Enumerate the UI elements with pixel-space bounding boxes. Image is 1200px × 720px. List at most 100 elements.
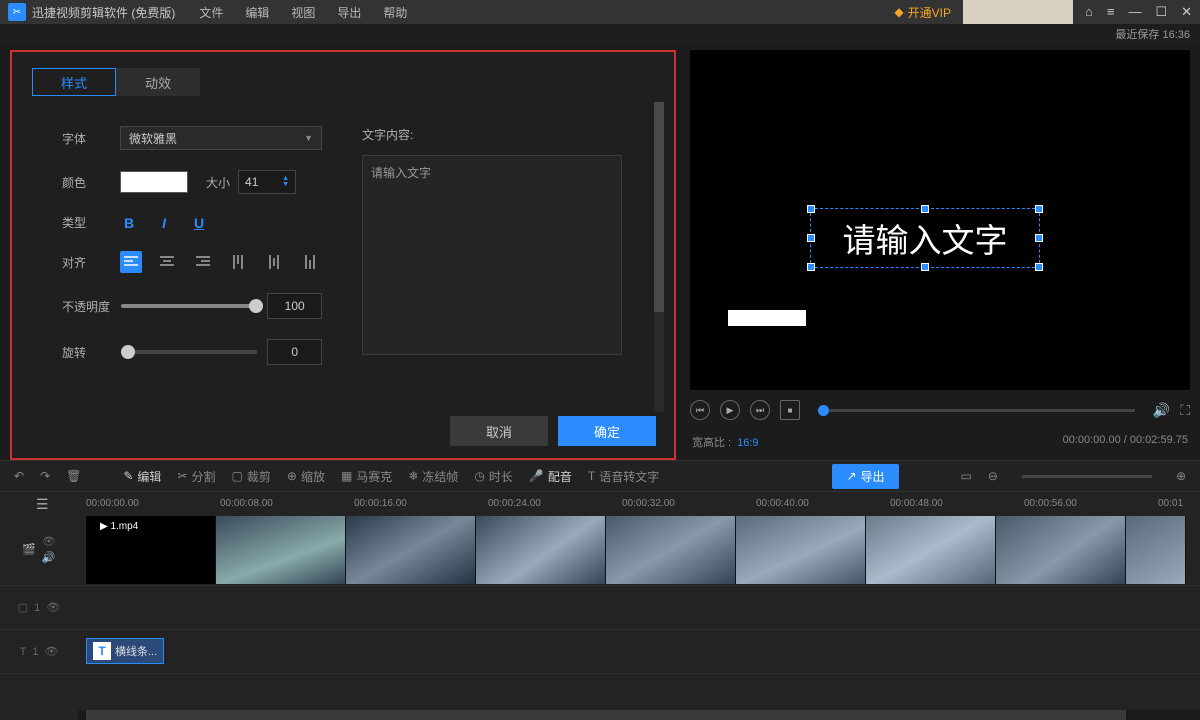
minimize-icon[interactable]: — [1128, 4, 1141, 20]
align-label: 对齐 [62, 254, 112, 271]
font-label: 字体 [62, 130, 112, 147]
play-button[interactable]: ▶ [720, 400, 740, 420]
align-v-top-button[interactable] [228, 251, 250, 273]
close-icon[interactable]: ✕ [1181, 4, 1192, 20]
dialog-scrollbar[interactable] [654, 102, 664, 412]
dub-button[interactable]: 🎤 配音 [529, 468, 572, 485]
crop-button[interactable]: ▢ 裁剪 [232, 468, 271, 485]
rotate-value[interactable]: 0 [267, 339, 322, 365]
hamburger-icon[interactable]: ≡ [1107, 4, 1115, 20]
resize-handle[interactable] [921, 205, 929, 213]
font-select[interactable]: 微软雅黑 ▼ [120, 126, 322, 150]
undo-button[interactable]: ↶ [14, 469, 24, 483]
align-v-mid-button[interactable] [264, 251, 286, 273]
underline-button[interactable]: U [194, 215, 204, 231]
text-content-input[interactable]: 请输入文字 [362, 155, 622, 355]
resize-handle[interactable] [807, 205, 815, 213]
menu-export[interactable]: 导出 [337, 4, 361, 21]
opacity-value[interactable]: 100 [267, 293, 322, 319]
vip-button[interactable]: ◆ 开通VIP [894, 4, 951, 21]
time-ruler[interactable]: ☰ 00:00:00.00 00:00:08.00 00:00:16.00 00… [0, 492, 1200, 514]
content-label: 文字内容: [362, 126, 650, 143]
overlay-track-icon: ▢ [18, 601, 28, 614]
opacity-label: 不透明度 [62, 298, 111, 315]
tab-style[interactable]: 样式 [32, 68, 116, 96]
clip-label: ▶ 1.mp4 [96, 520, 142, 533]
duration-button[interactable]: ◷ 时长 [474, 468, 513, 485]
cancel-button[interactable]: 取消 [450, 416, 548, 446]
aspect-value: 16:9 [737, 437, 758, 449]
italic-button[interactable]: I [162, 215, 166, 231]
tab-motion[interactable]: 动效 [116, 68, 200, 96]
home-icon[interactable]: ⌂ [1085, 4, 1093, 20]
color-swatch[interactable] [120, 171, 188, 193]
overlay-track[interactable]: ▢ 1 👁 [0, 586, 1200, 630]
ok-button[interactable]: 确定 [558, 416, 656, 446]
zoom-in-icon[interactable]: ⊕ [1176, 469, 1186, 483]
preview-thumb [963, 0, 1073, 24]
diamond-icon: ◆ [894, 5, 903, 19]
split-button[interactable]: ✂ 分割 [177, 468, 215, 485]
edit-button[interactable]: ✎ 编辑 [123, 468, 161, 485]
text-track-icon: T [20, 646, 27, 658]
resize-handle[interactable] [807, 234, 815, 242]
track-head: 🎬 👁🔊 [0, 535, 78, 564]
text-icon: T [93, 642, 111, 660]
video-track[interactable]: 🎬 👁🔊 ▶ 1.mp4 [0, 514, 1200, 586]
menu-edit[interactable]: 编辑 [245, 4, 269, 21]
text-overlay[interactable]: 请输入文字 [810, 208, 1040, 268]
sound-icon[interactable]: 🔊 [42, 551, 56, 564]
prev-button[interactable]: ⏮ [690, 400, 710, 420]
resize-handle[interactable] [807, 263, 815, 271]
zoom-button[interactable]: ⊕ 缩放 [287, 468, 325, 485]
eye-icon[interactable]: 👁 [42, 535, 56, 548]
zoom-out-icon[interactable]: ⊖ [988, 469, 998, 483]
next-button[interactable]: ⏭ [750, 400, 770, 420]
stop-button[interactable]: ■ [780, 400, 800, 420]
rotate-slider[interactable] [121, 350, 258, 354]
volume-icon[interactable]: 🔊 [1153, 402, 1170, 419]
titlebar: ✂ 迅捷视频剪辑软件 (免费版) 文件 编辑 视图 导出 帮助 ◆ 开通VIP … [0, 0, 1200, 24]
timeline-scrollbar[interactable] [78, 710, 1200, 720]
app-logo: ✂ [8, 3, 26, 21]
resize-handle[interactable] [1035, 263, 1043, 271]
bold-button[interactable]: B [124, 215, 134, 231]
video-preview: 请输入文字 [690, 50, 1190, 390]
menu-help[interactable]: 帮助 [383, 4, 407, 21]
eye-icon[interactable]: 👁 [44, 645, 58, 658]
type-label: 类型 [62, 214, 112, 231]
freeze-button[interactable]: ❄ 冻结帧 [408, 468, 458, 485]
menu-file[interactable]: 文件 [199, 4, 223, 21]
align-v-bot-button[interactable] [300, 251, 322, 273]
size-label: 大小 [206, 174, 230, 191]
fullscreen-icon[interactable]: ⛶ [1180, 402, 1190, 419]
opacity-slider[interactable] [121, 304, 258, 308]
ruler-menu-icon[interactable]: ☰ [36, 496, 49, 513]
playback-slider[interactable] [818, 409, 1135, 412]
rotate-label: 旋转 [62, 344, 111, 361]
text-track[interactable]: T 1 👁 T 横线条... [0, 630, 1200, 674]
fit-icon[interactable]: ▭ [961, 469, 972, 483]
timeline: ☰ 00:00:00.00 00:00:08.00 00:00:16.00 00… [0, 492, 1200, 720]
mosaic-button[interactable]: ▦ 马赛克 [341, 468, 392, 485]
size-spinner[interactable]: 41 ▲▼ [238, 170, 296, 194]
align-right-button[interactable] [192, 251, 214, 273]
menu-view[interactable]: 视图 [291, 4, 315, 21]
redo-button[interactable]: ↷ [40, 469, 50, 483]
stt-button[interactable]: T 语音转文字 [588, 468, 659, 485]
align-left-button[interactable] [120, 251, 142, 273]
maximize-icon[interactable]: ☐ [1155, 4, 1167, 20]
resize-handle[interactable] [921, 263, 929, 271]
zoom-slider[interactable] [1022, 475, 1152, 478]
edit-toolbar: ↶ ↷ 🗑 ✎ 编辑 ✂ 分割 ▢ 裁剪 ⊕ 缩放 ▦ 马赛克 ❄ 冻结帧 ◷ … [0, 460, 1200, 492]
overlay-bar[interactable] [728, 310, 806, 326]
aspect-label: 宽高比 : [692, 437, 731, 449]
export-button[interactable]: ↗ 导出 [832, 464, 898, 489]
resize-handle[interactable] [1035, 205, 1043, 213]
resize-handle[interactable] [1035, 234, 1043, 242]
align-center-button[interactable] [156, 251, 178, 273]
delete-button[interactable]: 🗑 [66, 469, 81, 483]
text-clip[interactable]: T 横线条... [86, 638, 164, 664]
eye-icon[interactable]: 👁 [46, 601, 60, 614]
video-clip[interactable]: ▶ 1.mp4 [86, 516, 1186, 584]
